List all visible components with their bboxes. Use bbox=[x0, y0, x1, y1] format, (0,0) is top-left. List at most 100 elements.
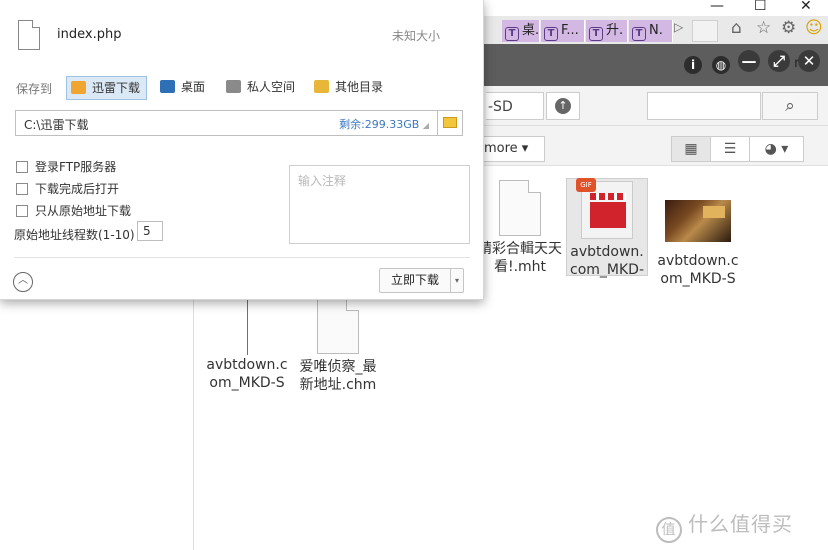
file-name: 精彩合輯天天看!.mht bbox=[478, 241, 562, 275]
browser-tab[interactable]: T 桌. bbox=[502, 20, 540, 42]
location-other-directory[interactable]: 其他目录 bbox=[310, 76, 389, 100]
notes-placeholder: 输入注释 bbox=[298, 174, 347, 188]
close-window-icon[interactable]: ✕ bbox=[800, 0, 812, 14]
file-name: 爱唯侦察_最新地址.chm bbox=[299, 359, 377, 393]
checkbox-box[interactable] bbox=[16, 205, 28, 217]
tab-label: 升. bbox=[606, 23, 624, 38]
download-file-name[interactable]: index.php bbox=[57, 27, 121, 42]
location-label: 其他目录 bbox=[335, 80, 384, 94]
tab-label: 桌. bbox=[522, 23, 540, 38]
save-path-input[interactable]: C:\迅雷下载 剩余:299.33GB ◢ bbox=[15, 110, 438, 136]
file-name: avbtdown.com_MKD-S7 bbox=[657, 253, 739, 287]
download-dialog: index.php 未知大小 保存到 迅雷下载 桌面 私人空间 其他目录 C:\… bbox=[0, 0, 484, 300]
screen: T桌. TF... T升. TN. ▷ — ☐ ✕ ⌂ ☆ ⚙ ☺ i ◍ ▾ … bbox=[0, 0, 828, 550]
checkbox-box[interactable] bbox=[16, 183, 28, 195]
save-to-label: 保存到 bbox=[16, 82, 53, 96]
file-item[interactable]: avbtdown.com_MKD-S7 bbox=[205, 356, 289, 392]
checkbox-box[interactable] bbox=[16, 161, 28, 173]
search-button[interactable]: ⌕ bbox=[762, 92, 818, 120]
grid-icon: ▦ bbox=[684, 141, 698, 157]
settings-icon[interactable]: ⚙ bbox=[781, 18, 796, 38]
browse-folder-button[interactable] bbox=[437, 110, 463, 136]
notes-textarea[interactable]: 输入注释 bbox=[289, 165, 470, 244]
private-drive-icon bbox=[226, 80, 241, 93]
file-thumbnail-line bbox=[247, 300, 248, 355]
tab-favicon-icon: T bbox=[632, 27, 646, 41]
dashboard-dropdown[interactable]: ◕ ▾ bbox=[749, 136, 804, 162]
search-icon: ⌕ bbox=[785, 96, 795, 116]
tab-scroll-right-icon[interactable]: ▷ bbox=[674, 20, 683, 34]
document-icon bbox=[499, 180, 541, 236]
minimize-icon[interactable]: — bbox=[710, 0, 724, 14]
more-button[interactable]: more ▾ bbox=[478, 136, 545, 162]
file-item[interactable]: avbtdown.com_MKD-S7 bbox=[656, 192, 740, 288]
smiley-icon[interactable]: ☺ bbox=[805, 18, 823, 38]
browser-tab[interactable]: T N. bbox=[629, 20, 673, 42]
go-up-button[interactable]: ↑ bbox=[546, 92, 580, 120]
clapperboard-icon bbox=[590, 193, 626, 228]
list-view-button[interactable]: ☰ bbox=[710, 136, 750, 162]
watermark-logo-icon: 值 bbox=[656, 517, 682, 543]
location-thunder-downloads[interactable]: 迅雷下载 bbox=[66, 76, 148, 100]
thunder-folder-icon bbox=[71, 81, 86, 94]
file-name: avbtdown.com_MKD-S7 bbox=[570, 244, 644, 278]
desktop-icon bbox=[160, 80, 175, 93]
video-file-icon: GIF bbox=[576, 178, 633, 239]
tab-favicon-icon: T bbox=[544, 27, 558, 41]
file-name: avbtdown.com_MKD-S7 bbox=[206, 357, 288, 391]
location-label: 桌面 bbox=[181, 80, 206, 94]
file-icon bbox=[18, 20, 40, 50]
free-space-text: 剩余:299.33GB bbox=[339, 118, 420, 131]
origin-only-checkbox[interactable]: 只从原始地址下载 bbox=[16, 204, 131, 218]
arrow-up-icon: ↑ bbox=[555, 98, 571, 114]
file-item[interactable]: 爱唯侦察_最新地址.chm bbox=[296, 298, 380, 394]
collapse-icon[interactable]: ︿ bbox=[13, 272, 33, 292]
location-private-space[interactable]: 私人空间 bbox=[222, 76, 301, 100]
minimize-view-icon[interactable]: — bbox=[738, 50, 760, 72]
checkbox-label: 下载完成后打开 bbox=[35, 182, 120, 196]
location-label: 迅雷下载 bbox=[92, 81, 141, 95]
close-view-icon[interactable]: ✕ bbox=[798, 50, 820, 72]
file-item-selected[interactable]: GIF avbtdown.com_MKD-S7 bbox=[566, 178, 648, 278]
location-desktop[interactable]: 桌面 bbox=[156, 76, 211, 100]
open-after-download-checkbox[interactable]: 下载完成后打开 bbox=[16, 182, 119, 196]
save-path: C:\迅雷下载 bbox=[24, 118, 89, 132]
thread-count-label: 原始地址线程数(1-10) bbox=[14, 228, 135, 242]
free-space: 剩余:299.33GB ◢ bbox=[339, 116, 429, 132]
location-label: 私人空间 bbox=[247, 80, 296, 94]
browser-tab[interactable]: T 升. bbox=[586, 20, 628, 42]
globe-icon[interactable]: ◍ bbox=[712, 56, 730, 74]
info-icon[interactable]: i bbox=[684, 56, 702, 74]
download-file-size: 未知大小 bbox=[392, 29, 441, 43]
download-options-dropdown-icon[interactable]: ▾ bbox=[450, 268, 464, 293]
home-icon[interactable]: ⌂ bbox=[731, 18, 742, 38]
tab-favicon-icon: T bbox=[505, 27, 519, 41]
image-thumbnail bbox=[665, 200, 731, 242]
checkbox-label: 登录FTP服务器 bbox=[35, 160, 117, 174]
watermark-text: 什么值得买 bbox=[688, 512, 793, 536]
maximize-icon[interactable]: ☐ bbox=[754, 0, 767, 14]
star-icon[interactable]: ☆ bbox=[756, 18, 771, 38]
folder-icon bbox=[314, 80, 329, 93]
file-item[interactable]: 精彩合輯天天看!.mht bbox=[478, 180, 562, 276]
divider bbox=[14, 257, 470, 258]
gif-badge: GIF bbox=[576, 178, 596, 192]
watermark: 值什么值得买 bbox=[656, 508, 793, 543]
tab-label: N. bbox=[649, 23, 663, 38]
free-space-arrow-icon: ◢ bbox=[422, 121, 429, 130]
tab-bar: T 桌. T F... T 升. T N. bbox=[484, 16, 828, 44]
search-input[interactable] bbox=[647, 92, 761, 120]
folder-open-icon bbox=[443, 117, 457, 128]
new-tab-button[interactable] bbox=[692, 20, 718, 42]
fullscreen-icon[interactable]: ⤢ bbox=[768, 50, 790, 72]
ftp-login-checkbox[interactable]: 登录FTP服务器 bbox=[16, 160, 116, 174]
download-now-button[interactable]: 立即下载 bbox=[379, 268, 451, 293]
breadcrumb[interactable]: -SD bbox=[486, 92, 544, 120]
tab-favicon-icon: T bbox=[589, 27, 603, 41]
grid-view-button[interactable]: ▦ bbox=[671, 136, 711, 162]
list-icon: ☰ bbox=[723, 141, 737, 157]
thread-count-input[interactable]: 5 bbox=[137, 221, 163, 241]
tab-label: F... bbox=[561, 23, 579, 38]
checkbox-label: 只从原始地址下载 bbox=[35, 204, 132, 218]
browser-tab[interactable]: T F... bbox=[541, 20, 585, 42]
